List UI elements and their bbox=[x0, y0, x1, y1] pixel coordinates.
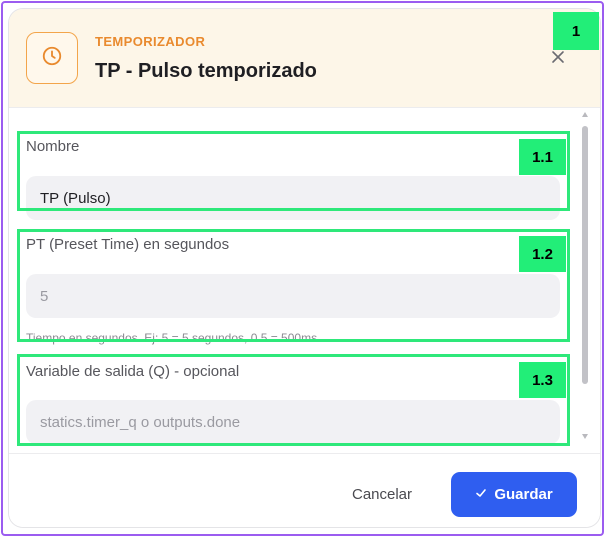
name-input[interactable] bbox=[26, 176, 560, 220]
check-icon bbox=[475, 486, 487, 503]
dialog-title: TP - Pulso temporizado bbox=[95, 60, 317, 82]
save-button[interactable]: Guardar bbox=[451, 472, 577, 517]
scroll-up-icon[interactable] bbox=[582, 112, 588, 117]
dialog-body: Nombre PT (Preset Time) en segundos Tiem… bbox=[9, 108, 600, 453]
cancel-button[interactable]: Cancelar bbox=[330, 472, 434, 516]
name-label: Nombre bbox=[26, 138, 80, 155]
output-variable-input[interactable] bbox=[26, 400, 560, 444]
preset-time-label: PT (Preset Time) en segundos bbox=[26, 236, 230, 253]
scroll-thumb[interactable] bbox=[582, 126, 588, 384]
annotation-tag-1-2: 1.2 bbox=[519, 236, 566, 272]
timer-dialog: TEMPORIZADOR TP - Pulso temporizado Nomb… bbox=[9, 9, 600, 527]
save-label: Guardar bbox=[494, 486, 553, 503]
header-icon-box bbox=[26, 32, 78, 84]
close-icon bbox=[550, 49, 566, 70]
preset-time-help: Tiempo en segundos. Ej: 5 = 5 segundos, … bbox=[26, 331, 318, 345]
preset-time-input[interactable] bbox=[26, 274, 560, 318]
annotation-tag-1: 1 bbox=[553, 12, 599, 50]
dialog-kicker: TEMPORIZADOR bbox=[95, 34, 206, 49]
close-button[interactable] bbox=[546, 47, 570, 71]
scrollbar[interactable] bbox=[580, 108, 590, 444]
dialog-header: TEMPORIZADOR TP - Pulso temporizado bbox=[9, 9, 600, 108]
dialog-footer: Cancelar Guardar bbox=[9, 453, 600, 527]
annotation-tag-1-1: 1.1 bbox=[519, 139, 566, 175]
annotation-tag-1-3: 1.3 bbox=[519, 362, 566, 398]
scroll-down-icon[interactable] bbox=[582, 434, 588, 439]
clock-icon bbox=[41, 45, 63, 72]
output-variable-label: Variable de salida (Q) - opcional bbox=[26, 363, 240, 380]
